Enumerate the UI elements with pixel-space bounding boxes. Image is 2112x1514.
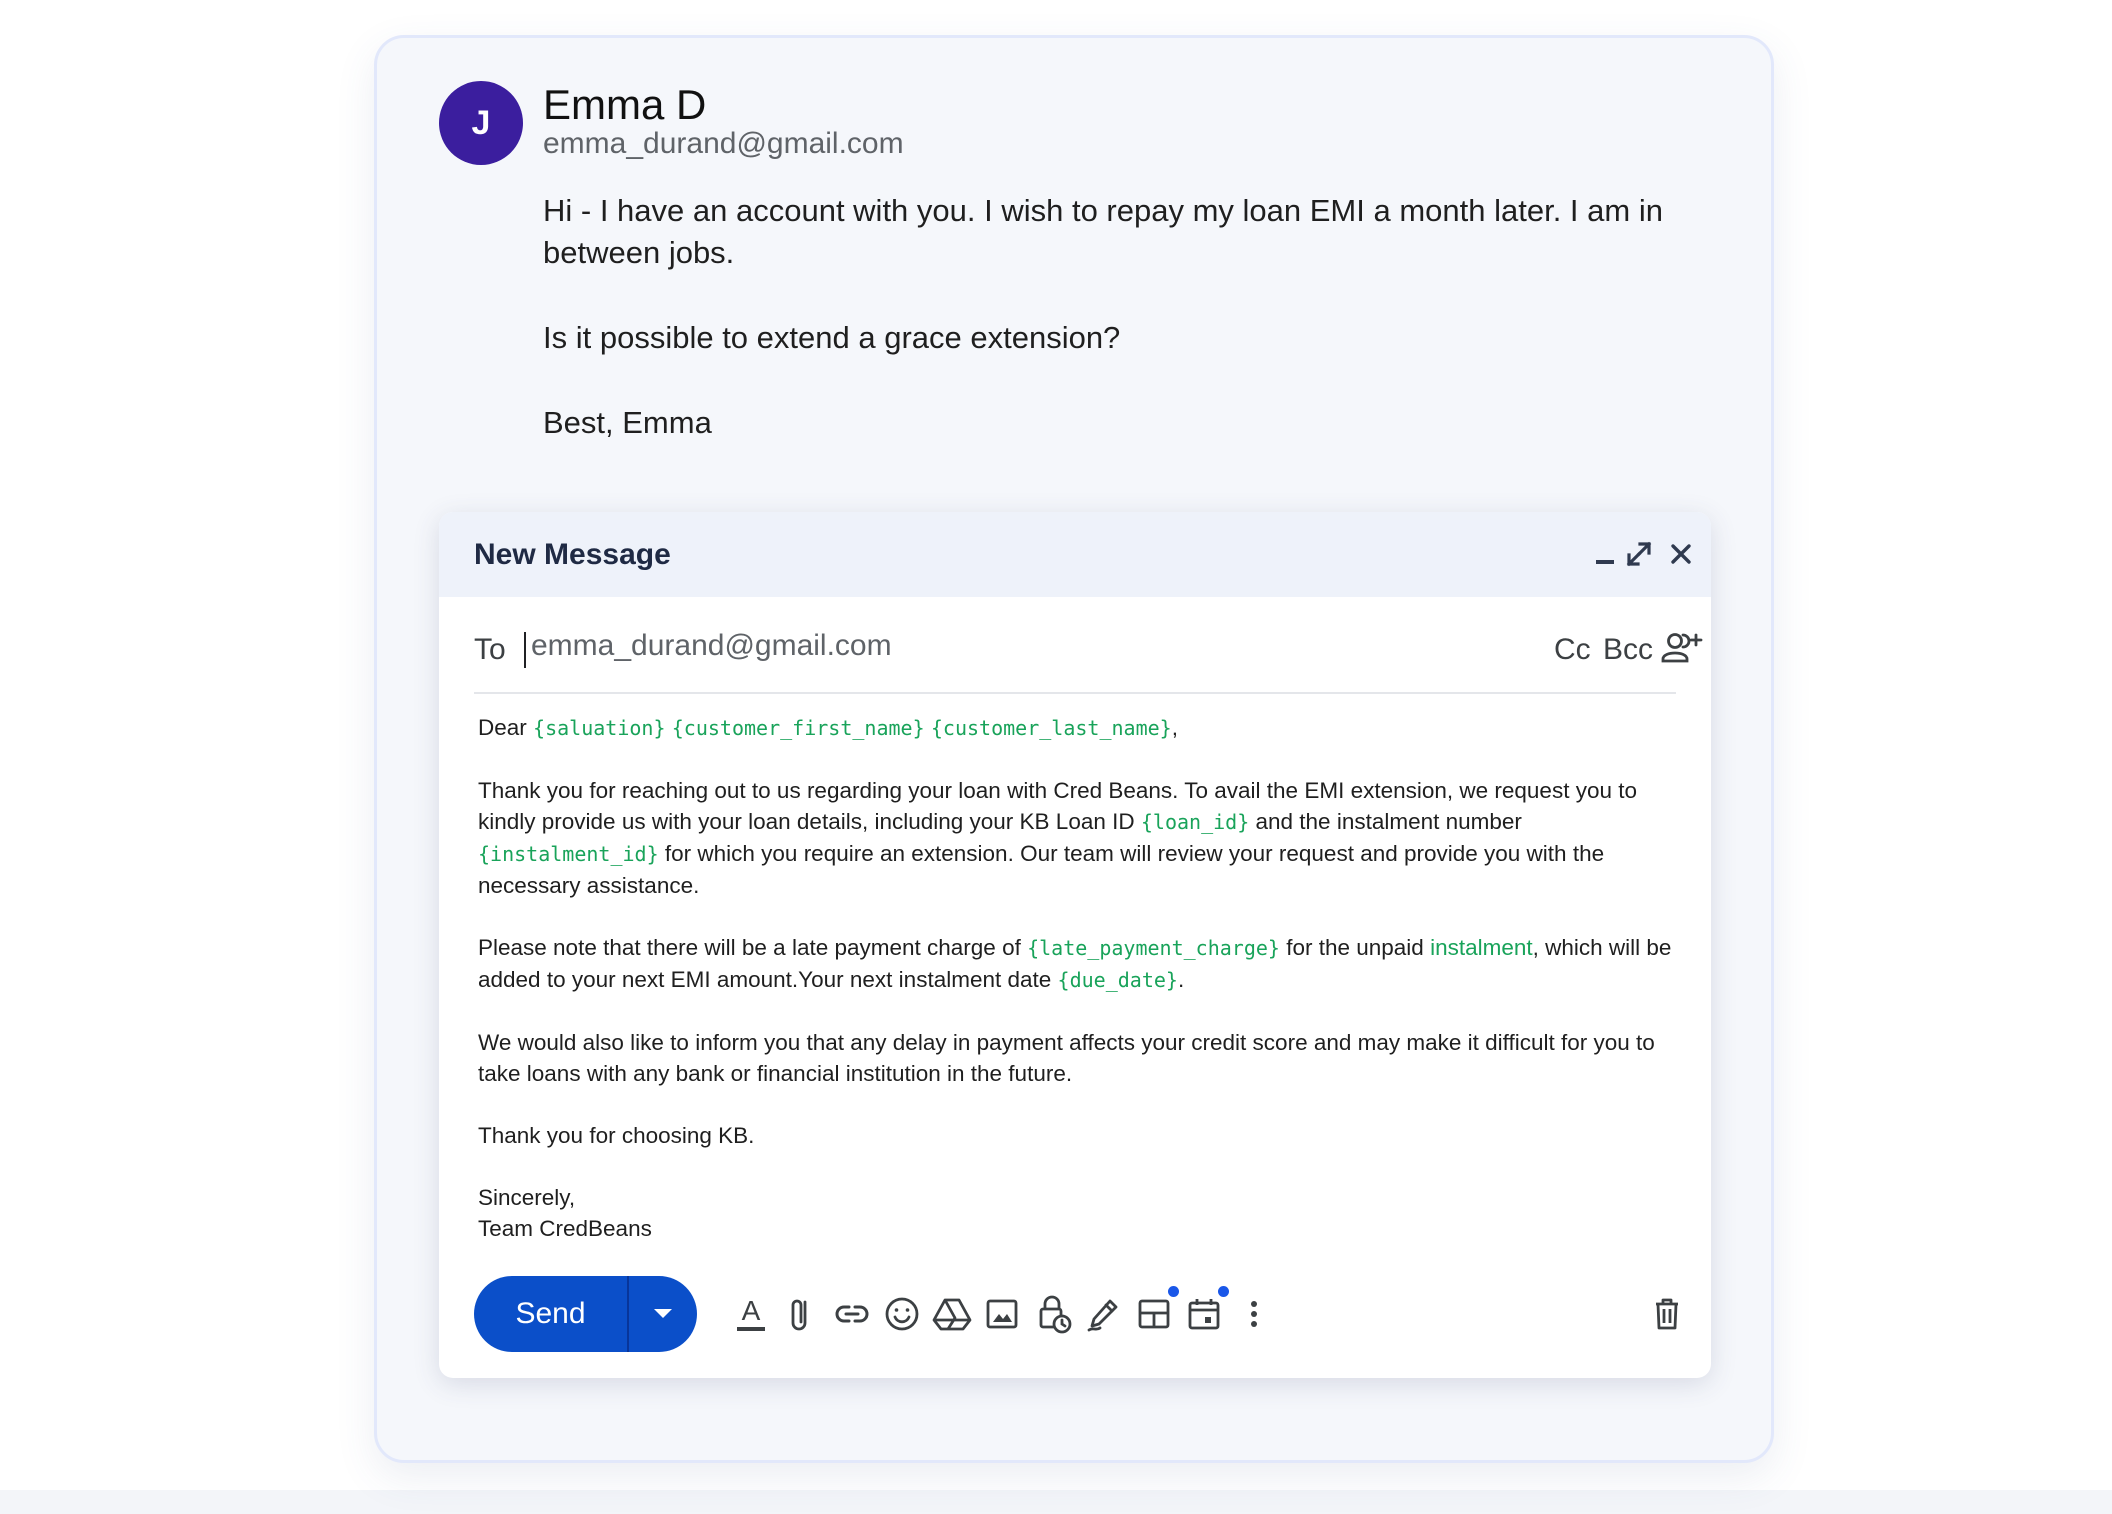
highlighted-word: instalment: [1430, 935, 1533, 960]
emoji-icon[interactable]: [880, 1292, 924, 1336]
due-date-variable: {due_date}: [1057, 968, 1178, 992]
link-icon[interactable]: [830, 1292, 874, 1336]
body-paragraph: Thank you for choosing KB.: [478, 1123, 755, 1148]
compose-body[interactable]: Dear {saluation} {customer_first_name} {…: [478, 712, 1683, 1244]
format-text-icon[interactable]: A: [729, 1292, 773, 1336]
cc-button[interactable]: Cc: [1554, 630, 1591, 670]
signature-line: Team CredBeans: [478, 1216, 652, 1241]
greeting-text: Dear: [478, 715, 534, 740]
expand-icon[interactable]: [1622, 537, 1656, 571]
send-button[interactable]: Send: [474, 1276, 627, 1352]
greeting-comma: ,: [1171, 715, 1178, 740]
schedule-notification-dot: [1218, 1286, 1229, 1297]
drive-icon[interactable]: [930, 1292, 974, 1336]
closing-line: Sincerely,: [478, 1185, 576, 1210]
svg-text:A: A: [742, 1295, 761, 1326]
close-icon[interactable]: [1664, 537, 1698, 571]
message-line: Hi - I have an account with you. I wish …: [543, 193, 1663, 270]
paragraph-text: and the instalment number: [1249, 809, 1522, 834]
paragraph-text: for the unpaid: [1279, 935, 1431, 960]
attach-icon[interactable]: [779, 1292, 823, 1336]
to-label: To: [474, 633, 506, 666]
add-recipients-icon[interactable]: [1659, 629, 1703, 667]
send-options-dropdown[interactable]: [629, 1276, 697, 1352]
delete-icon[interactable]: [1645, 1292, 1689, 1336]
sender-name: Emma D: [543, 81, 707, 128]
confidential-icon[interactable]: [1031, 1292, 1075, 1336]
page-bottom-strip: [0, 1490, 2112, 1514]
paragraph-text: Please note that there will be a late pa…: [478, 935, 1028, 960]
body-paragraph: Thank you for reaching out to us regardi…: [478, 775, 1683, 901]
salutation-variable: {saluation}: [533, 716, 666, 740]
bcc-button[interactable]: Bcc: [1603, 630, 1653, 670]
compose-header: New Message: [439, 512, 1711, 597]
instalment-id-variable: {instalment_id}: [478, 842, 659, 866]
first-name-variable: {customer_first_name}: [671, 716, 925, 740]
last-name-variable: {customer_last_name}: [930, 716, 1172, 740]
to-recipient-input[interactable]: emma_durand@gmail.com: [531, 626, 892, 666]
sender-avatar: J: [439, 81, 523, 165]
message-line: Best, Emma: [543, 405, 712, 440]
loan-id-variable: {loan_id}: [1140, 810, 1250, 834]
image-icon[interactable]: [980, 1292, 1024, 1336]
message-line: Is it possible to extend a grace extensi…: [543, 320, 1121, 355]
layout-icon[interactable]: [1132, 1286, 1179, 1336]
signature-icon[interactable]: [1081, 1292, 1125, 1336]
to-field-row: To emma_durand@gmail.com Cc Bcc: [474, 610, 1703, 694]
text-cursor: [524, 632, 526, 668]
body-paragraph: We would also like to inform you that an…: [478, 1030, 1655, 1086]
more-options-icon[interactable]: [1232, 1292, 1276, 1336]
minimize-icon[interactable]: [1588, 537, 1622, 571]
sender-email: emma_durand@gmail.com: [543, 127, 904, 160]
layout-notification-dot: [1168, 1286, 1179, 1297]
send-button-group: Send: [474, 1276, 697, 1352]
schedule-icon[interactable]: [1182, 1286, 1229, 1336]
compose-title: New Message: [474, 538, 671, 571]
compose-window: New Message To emma_durand@gmail.com Cc …: [439, 512, 1711, 1378]
late-payment-charge-variable: {late_payment_charge}: [1027, 936, 1280, 960]
paragraph-text: .: [1177, 967, 1185, 992]
chevron-down-icon: [654, 1309, 672, 1318]
original-message-body: Hi - I have an account with you. I wish …: [543, 190, 1693, 487]
greeting-line: Dear {saluation} {customer_first_name} {…: [478, 712, 1683, 744]
body-paragraph: Please note that there will be a late pa…: [478, 932, 1683, 996]
avatar-initial: J: [471, 103, 491, 142]
